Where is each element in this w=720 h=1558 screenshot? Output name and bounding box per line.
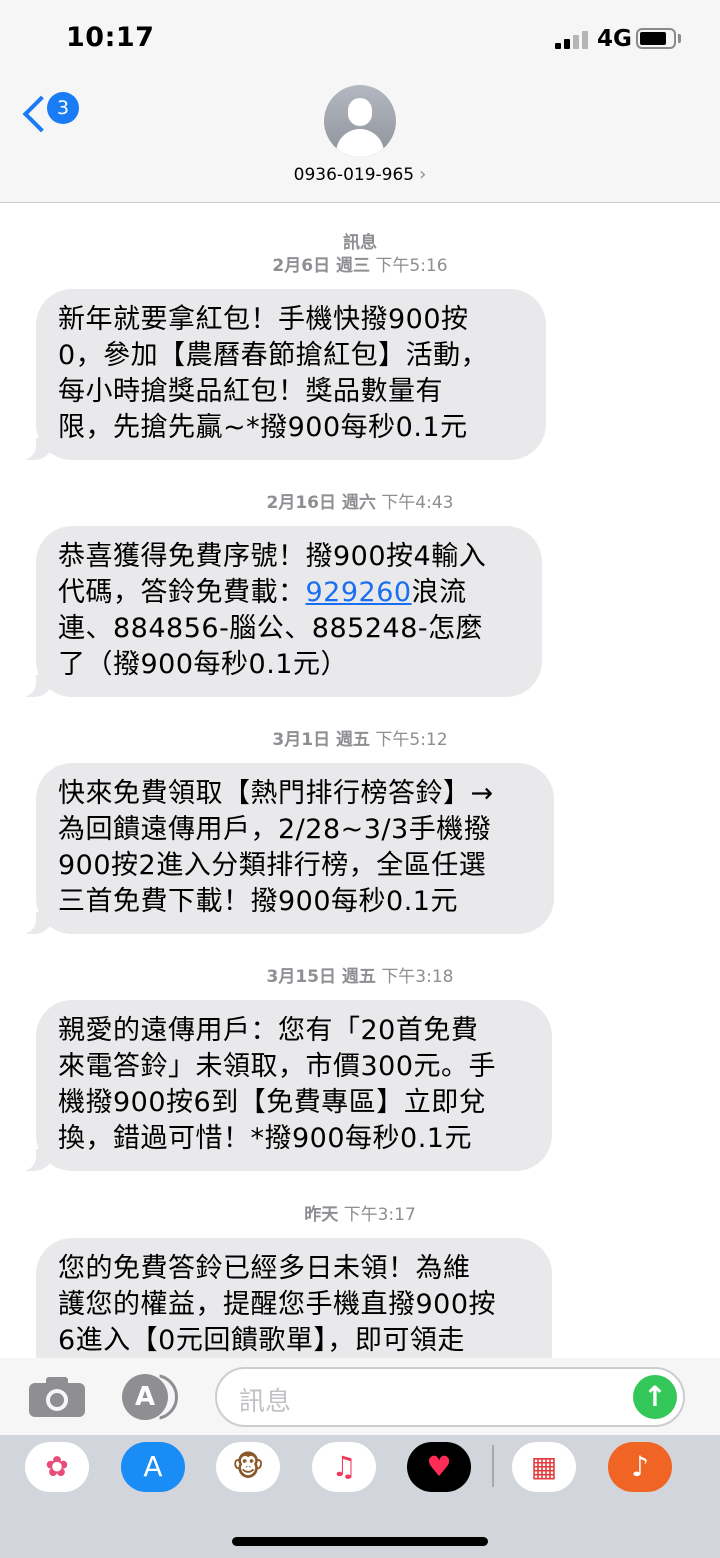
timestamp: 3月15日 週五 下午3:18 — [0, 962, 720, 987]
message-line: 親愛的遠傳用戶：您有「20首免費 — [58, 1015, 479, 1046]
message-line: 代碼，答鈴免費載：929260浪流 — [58, 575, 520, 611]
timestamp-date: 2月6日 週三 — [272, 256, 370, 276]
bubble-tail — [18, 912, 54, 934]
app-store-button[interactable]: A — [122, 1374, 182, 1420]
message-line: 每小時搶獎品紅包！獎品數量有 — [58, 376, 443, 407]
back-button[interactable]: 3 — [18, 92, 88, 133]
battery-cap — [678, 34, 681, 43]
app-drawer: ✿ A 🐵 ♫ ♥ ▦ ♪ — [0, 1435, 720, 1558]
photos-app-icon[interactable]: ✿ — [25, 1442, 89, 1492]
camera-lens-inner — [50, 1393, 64, 1407]
message-input[interactable]: 訊息 ↑ — [215, 1367, 685, 1427]
message-line: 0，參加【農曆春節搶紅包】活動， — [58, 340, 489, 371]
message-line: 換，錯過可惜！*撥900每秒0.1元 — [58, 1123, 472, 1154]
message-thread[interactable]: 訊息 2月6日 週三 下午5:16 新年就要拿紅包！手機快撥900按 0，參加【… — [0, 203, 720, 1358]
conversation-header: 3 0936-019-965 › — [0, 80, 720, 203]
garageband-icon[interactable]: ♪ — [608, 1442, 672, 1492]
message-line: 限，先搶先贏~*撥900每秒0.1元 — [58, 412, 468, 443]
thread-service-label: 訊息 — [343, 233, 377, 253]
network-type: 4G — [597, 26, 632, 52]
unread-badge: 3 — [47, 92, 79, 124]
message-line: 快來免費領取【熱門排行榜答鈴】→ — [58, 778, 494, 809]
message-line: 為回饋遠傳用戶，2/28~3/3手機撥 — [58, 814, 492, 845]
timestamp-date: 3月1日 週五 — [272, 730, 370, 750]
timestamp-time: 下午5:12 — [375, 730, 448, 750]
message-line: 了（撥900每秒0.1元） — [58, 649, 348, 680]
timestamp: 2月16日 週六 下午4:43 — [0, 488, 720, 513]
timestamp-time: 下午3:18 — [381, 967, 454, 987]
message-line: 三首免費下載！撥900每秒0.1元 — [58, 886, 458, 917]
timestamp: 2月6日 週三 下午5:16 — [0, 251, 720, 276]
timestamp: 3月1日 週五 下午5:12 — [0, 725, 720, 750]
bubble-tail — [18, 1149, 54, 1171]
send-button[interactable]: ↑ — [633, 1375, 677, 1419]
timestamp-date: 3月15日 週五 — [266, 967, 376, 987]
message-line: 6進入【0元回饋歌單】，即可領走 — [58, 1325, 465, 1356]
person-body-icon — [336, 129, 384, 157]
message-line: 來電答鈴」未領取，市價300元。手 — [58, 1051, 497, 1082]
message-line: 恭喜獲得免費序號！撥900按4輸入 — [58, 541, 487, 572]
calendar-sticker-icon[interactable]: ▦ — [512, 1442, 576, 1492]
bubble-tail — [18, 675, 54, 697]
message-bubble[interactable]: 您的免費答鈴已經多日未領！為維 護您的權益，提醒您手機直撥900按 6進入【0元… — [36, 1238, 552, 1358]
message-line: 新年就要拿紅包！手機快撥900按 — [58, 304, 469, 335]
contact-name-button[interactable]: 0936-019-965 › — [0, 164, 720, 185]
status-bar: 10:17 4G — [0, 0, 720, 80]
camera-icon[interactable] — [29, 1375, 85, 1417]
animoji-icon[interactable]: 🐵 — [216, 1442, 280, 1492]
bubble-tail — [18, 438, 54, 460]
message-bubble[interactable]: 恭喜獲得免費序號！撥900按4輸入 代碼，答鈴免費載：929260浪流 連、88… — [18, 526, 542, 697]
timestamp-time: 下午3:17 — [343, 1205, 416, 1225]
message-text: 浪流 — [411, 577, 467, 608]
message-line: 您的免費答鈴已經多日未領！為維 — [58, 1253, 471, 1284]
timestamp-date: 昨天 — [304, 1205, 339, 1225]
apps-icon: A — [122, 1374, 168, 1420]
drawer-divider — [492, 1445, 494, 1487]
digital-touch-icon[interactable]: ♥ — [407, 1442, 471, 1492]
message-input-placeholder: 訊息 — [239, 1387, 292, 1417]
app-store-icon[interactable]: A — [121, 1442, 185, 1492]
message-bubble[interactable]: 親愛的遠傳用戶：您有「20首免費 來電答鈴」未領取，市價300元。手 機撥900… — [18, 1000, 552, 1171]
battery-icon — [636, 28, 676, 49]
home-indicator[interactable] — [232, 1537, 488, 1546]
timestamp-time: 下午5:16 — [375, 256, 448, 276]
timestamp: 昨天 下午3:17 — [0, 1200, 720, 1225]
music-icon[interactable]: ♫ — [312, 1442, 376, 1492]
compose-bar: A 訊息 ↑ — [0, 1358, 720, 1435]
status-time: 10:17 — [66, 22, 155, 53]
message-line: 900按2進入分類排行榜，全區任選 — [58, 850, 487, 881]
message-bubble[interactable]: 新年就要拿紅包！手機快撥900按 0，參加【農曆春節搶紅包】活動， 每小時搶獎品… — [18, 289, 546, 460]
message-line: 護您的權益，提醒您手機直撥900按 — [58, 1289, 497, 1320]
chevron-right-icon: › — [419, 164, 427, 185]
signal-icon — [555, 31, 591, 49]
message-line: 連、884856-腦公、885248-怎麼 — [58, 613, 484, 644]
contact-avatar[interactable] — [324, 85, 396, 157]
code-link[interactable]: 929260 — [306, 577, 412, 608]
timestamp-time: 下午4:43 — [381, 493, 454, 513]
message-line: 機撥900按6到【免費專區】立即兌 — [58, 1087, 487, 1118]
timestamp-date: 2月16日 週六 — [266, 493, 376, 513]
person-head-icon — [348, 98, 372, 126]
contact-name: 0936-019-965 — [293, 165, 415, 185]
message-bubble[interactable]: 快來免費領取【熱門排行榜答鈴】→ 為回饋遠傳用戶，2/28~3/3手機撥 900… — [18, 763, 554, 934]
message-text: 代碼，答鈴免費載： — [58, 577, 306, 608]
